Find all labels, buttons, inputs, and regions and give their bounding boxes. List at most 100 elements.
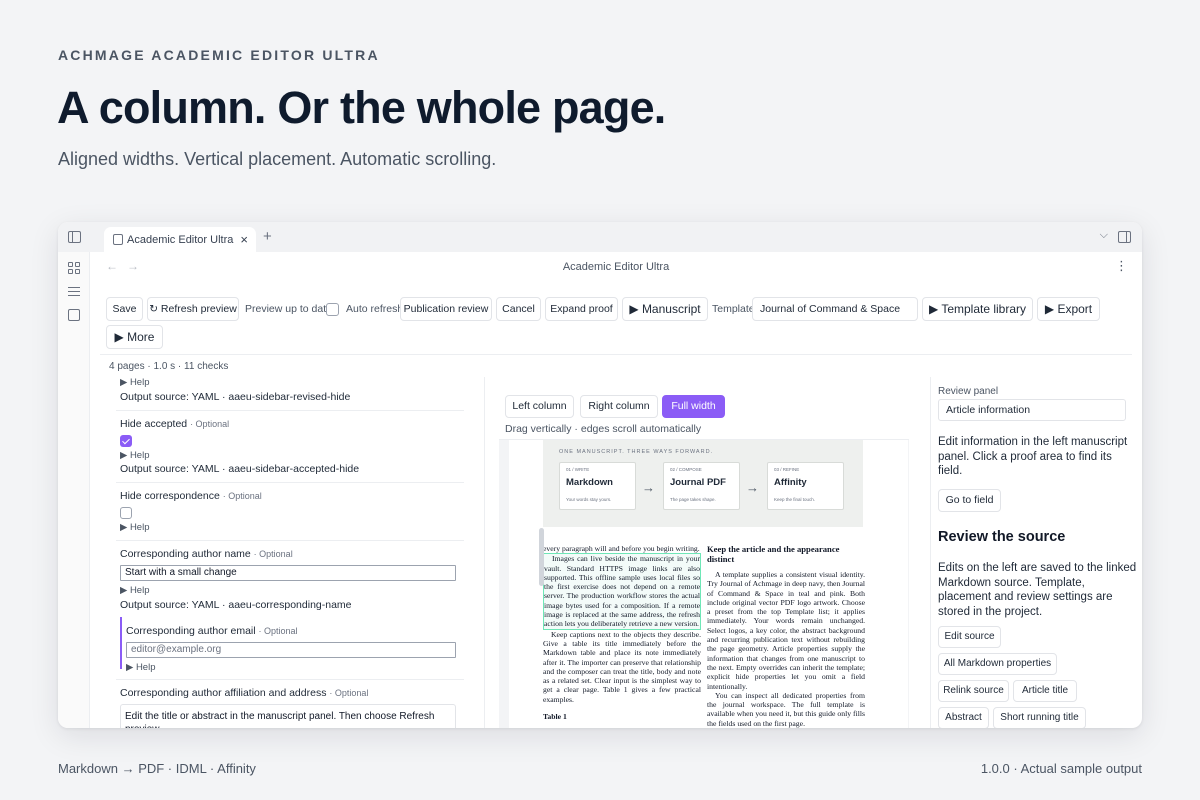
help-toggle[interactable]: ▶ Help xyxy=(120,522,149,533)
more-button[interactable]: ▶ More xyxy=(106,325,163,349)
cancel-button[interactable]: Cancel xyxy=(496,297,541,321)
footer-formats: Markdown → PDF · IDML · Affinity xyxy=(58,761,256,776)
publication-review-button[interactable]: Publication review xyxy=(400,297,492,321)
proof-table-title: Table 1 xyxy=(543,712,567,722)
close-icon[interactable]: × xyxy=(240,232,248,247)
list-icon[interactable] xyxy=(68,286,80,298)
manuscript-fields-panel: ▶ Help Output source: YAML · aaeu-sideba… xyxy=(100,377,485,728)
go-to-field-button[interactable]: Go to field xyxy=(938,489,1001,512)
figure-workflow[interactable]: ONE MANUSCRIPT. THREE WAYS FORWARD. 01 /… xyxy=(543,440,863,527)
arrow-right-icon: → xyxy=(642,480,655,495)
hide-correspondence-label: Hide correspondence · Optional xyxy=(120,490,262,502)
expand-proof-button[interactable]: Expand proof xyxy=(545,297,618,321)
review-panel-label: Review panel xyxy=(938,386,999,397)
proof-paragraph: Keep captions next to the objects they d… xyxy=(543,629,701,704)
export-button[interactable]: ▶ Export xyxy=(1037,297,1100,321)
card-step: 03 / REFINE xyxy=(774,467,800,472)
preview-status: Preview up to date xyxy=(245,303,332,315)
proof-viewport[interactable]: ONE MANUSCRIPT. THREE WAYS FORWARD. 01 /… xyxy=(499,440,909,728)
divider xyxy=(116,410,464,411)
help-toggle[interactable]: ▶ Help xyxy=(120,377,149,388)
corresponding-affiliation-textarea[interactable]: Edit the title or abstract in the manusc… xyxy=(120,704,456,728)
card-tagline: The page takes shape. xyxy=(670,497,716,502)
all-markdown-properties-button[interactable]: All Markdown properties xyxy=(938,653,1057,675)
left-sidebar-toggle-icon[interactable] xyxy=(68,231,81,243)
help-toggle[interactable]: ▶ Help xyxy=(126,662,155,673)
auto-refresh-label[interactable]: Auto refresh xyxy=(346,303,403,315)
hide-correspondence-checkbox[interactable] xyxy=(120,507,132,519)
short-running-title-button[interactable]: Short running title xyxy=(993,707,1086,728)
refresh-preview-button[interactable]: ↻ Refresh preview xyxy=(147,297,239,321)
view-header: ← → Academic Editor Ultra ⋮ xyxy=(90,252,1142,282)
edit-source-button[interactable]: Edit source xyxy=(938,626,1001,648)
card-title: Journal PDF xyxy=(670,477,726,488)
grid-icon[interactable] xyxy=(68,262,80,274)
proof-left-column[interactable]: every paragraph will and before you begi… xyxy=(543,544,701,721)
hide-accepted-checkbox[interactable] xyxy=(120,435,132,447)
card-title: Affinity xyxy=(774,477,807,488)
status-summary: 4 pages · 1.0 s · 11 checks xyxy=(109,361,229,372)
help-toggle[interactable]: ▶ Help xyxy=(120,585,149,596)
document-icon xyxy=(113,234,123,245)
manuscript-button[interactable]: ▶ Manuscript xyxy=(622,297,708,321)
proof-right-column[interactable]: Keep the article and the appearance dist… xyxy=(707,544,865,728)
right-column-button[interactable]: Right column xyxy=(580,395,658,418)
card-tagline: Your words stay yours. xyxy=(566,497,612,502)
help-toggle[interactable]: ▶ Help xyxy=(120,450,149,461)
review-panel: Review panel Article information Edit in… xyxy=(930,377,1142,728)
card-step: 02 / COMPOSE xyxy=(670,467,702,472)
tab-academic-editor[interactable]: Academic Editor Ultra × xyxy=(104,227,256,252)
more-options-icon[interactable]: ⋮ xyxy=(1115,258,1128,274)
right-sidebar-toggle-icon[interactable] xyxy=(1118,231,1131,243)
corresponding-name-input[interactable]: Start with a small change xyxy=(120,565,456,581)
relink-source-button[interactable]: Relink source xyxy=(938,680,1009,702)
left-column-button[interactable]: Left column xyxy=(505,395,574,418)
scrollbar-thumb[interactable] xyxy=(539,528,544,586)
figure-card-markdown: 01 / WRITE Markdown Your words stay your… xyxy=(559,462,636,510)
page-subhead: Aligned widths. Vertical placement. Auto… xyxy=(58,149,497,169)
proof-paragraph: You can inspect all dedicated properties… xyxy=(707,690,865,728)
left-ribbon xyxy=(58,252,90,728)
template-select[interactable]: Journal of Command & Space xyxy=(752,297,918,321)
hide-accepted-label: Hide accepted · Optional xyxy=(120,418,230,430)
proof-section-heading: Keep the article and the appearance dist… xyxy=(707,544,840,564)
review-panel-select[interactable]: Article information xyxy=(938,399,1126,421)
review-source-text: Edits on the left are saved to the linke… xyxy=(938,562,1137,618)
divider xyxy=(100,354,1132,355)
footer-version: 1.0.0 · Actual sample output xyxy=(980,761,1142,776)
edit-note-icon[interactable] xyxy=(68,309,80,321)
view-title: Academic Editor Ultra xyxy=(562,261,670,273)
nested-field-indicator xyxy=(120,617,122,669)
corresponding-affiliation-label: Corresponding author affiliation and add… xyxy=(120,687,369,699)
proof-selected-paragraph[interactable]: Images can live beside the manuscript in… xyxy=(543,553,701,630)
corresponding-email-input[interactable]: editor@example.org xyxy=(126,642,456,658)
auto-refresh-checkbox[interactable] xyxy=(326,303,339,316)
chevron-down-icon[interactable]: ⌵ xyxy=(1100,229,1108,242)
card-tagline: Keep the final touch. xyxy=(774,497,816,502)
proof-paragraph: A template supplies a consistent visual … xyxy=(707,570,865,691)
divider xyxy=(116,540,464,541)
drag-hint: Drag vertically · edges scroll automatic… xyxy=(505,423,702,435)
template-label: Template xyxy=(712,303,755,315)
corresponding-name-label: Corresponding author name · Optional xyxy=(120,548,293,560)
save-button[interactable]: Save xyxy=(106,297,143,321)
template-library-button[interactable]: ▶ Template library xyxy=(922,297,1033,321)
figure-card-affinity: 03 / REFINE Affinity Keep the final touc… xyxy=(767,462,844,510)
divider xyxy=(116,482,464,483)
product-eyebrow: ACHMAGE ACADEMIC EDITOR ULTRA xyxy=(58,47,380,63)
review-source-heading: Review the source xyxy=(938,529,1066,545)
proof-paragraph: every paragraph will and before you begi… xyxy=(543,544,700,553)
output-source-accepted: Output source: YAML · aaeu-sidebar-accep… xyxy=(120,463,360,475)
abstract-button[interactable]: Abstract xyxy=(938,707,989,728)
divider xyxy=(116,679,464,680)
figure-eyebrow: ONE MANUSCRIPT. THREE WAYS FORWARD. xyxy=(559,449,714,455)
tab-label: Academic Editor Ultra xyxy=(127,234,234,246)
card-step: 01 / WRITE xyxy=(566,467,590,472)
output-source-corresponding-name: Output source: YAML · aaeu-corresponding… xyxy=(120,599,352,611)
full-width-button[interactable]: Full width xyxy=(662,395,725,418)
page-headline: A column. Or the whole page. xyxy=(57,82,666,133)
corresponding-email-label: Corresponding author email · Optional xyxy=(126,625,298,637)
new-tab-icon[interactable]: + xyxy=(263,228,272,245)
review-panel-help-text: Edit information in the left manuscript … xyxy=(938,436,1128,478)
article-title-button[interactable]: Article title xyxy=(1013,680,1077,702)
